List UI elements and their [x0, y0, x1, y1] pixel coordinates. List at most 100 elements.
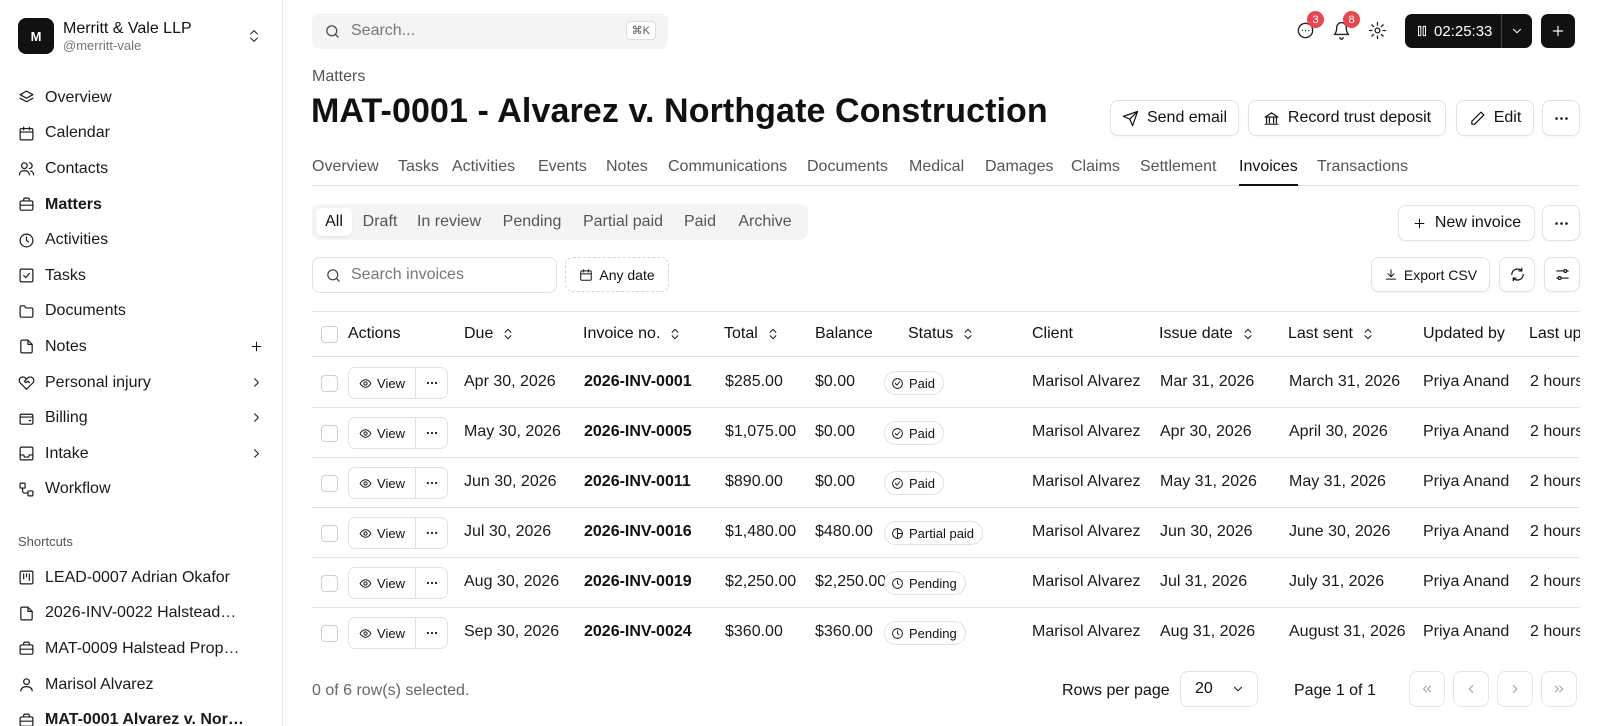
tab-invoices[interactable]: Invoices [1239, 158, 1298, 186]
tab-transactions[interactable]: Transactions [1317, 158, 1408, 186]
sidebar-item-matters[interactable]: Matters [18, 187, 268, 223]
quick-create-button[interactable] [1541, 14, 1575, 48]
table-row[interactable]: View Jun 30, 2026 2026-INV-0011 $890.00 $0.0… [312, 458, 1580, 508]
breadcrumb[interactable]: Matters [312, 68, 365, 86]
filter-paid[interactable]: Paid [676, 208, 724, 236]
column-header-due[interactable]: Due [464, 325, 515, 343]
tab-communications[interactable]: Communications [668, 158, 787, 186]
sidebar-item-workflow[interactable]: Workflow [18, 472, 268, 508]
tab-tasks[interactable]: Tasks [398, 158, 439, 186]
filter-pending[interactable]: Pending [494, 208, 570, 236]
column-header-last-sent[interactable]: Last sent [1288, 325, 1375, 343]
date-filter-button[interactable]: Any date [565, 257, 669, 292]
sort-icon[interactable] [1361, 327, 1375, 341]
tab-activities[interactable]: Activities [452, 158, 515, 186]
sidebar-item-tasks[interactable]: Tasks [18, 258, 268, 294]
send-email-button[interactable]: Send email [1110, 100, 1239, 136]
filter-in-review[interactable]: In review [408, 208, 490, 236]
shortcut-item[interactable]: 2026-INV-0022 Halstead… [18, 596, 268, 632]
cell-invoice[interactable]: 2026-INV-0011 [584, 473, 691, 491]
shortcut-item[interactable]: Marisol Alvarez [18, 667, 268, 703]
sidebar-item-documents[interactable]: Documents [18, 294, 268, 330]
filter-partial-paid[interactable]: Partial paid [574, 208, 672, 236]
more-actions-button[interactable] [1542, 100, 1580, 136]
row-more-button[interactable] [416, 468, 447, 498]
table-row[interactable]: View Apr 30, 2026 2026-INV-0001 $285.00 $0.0… [312, 358, 1580, 408]
invoice-more-button[interactable] [1542, 205, 1580, 241]
invoice-search-input[interactable]: Search invoices [312, 257, 557, 293]
sidebar-item-activities[interactable]: Activities [18, 222, 268, 258]
sidebar-item-intake[interactable]: Intake [18, 436, 268, 472]
sort-icon[interactable] [668, 327, 682, 341]
sidebar-item-notes[interactable]: Notes [18, 329, 268, 365]
row-checkbox[interactable] [321, 625, 338, 642]
filter-all[interactable]: All [316, 208, 352, 236]
view-button[interactable]: View [349, 518, 416, 548]
sort-icon[interactable] [501, 327, 515, 341]
chevron-right-icon[interactable] [249, 410, 264, 425]
shortcut-item[interactable]: MAT-0009 Halstead Prop… [18, 631, 268, 667]
row-more-button[interactable] [416, 518, 447, 548]
sidebar-item-calendar[interactable]: Calendar [18, 116, 268, 152]
timer-dropdown-button[interactable] [1502, 24, 1532, 38]
chevron-right-icon[interactable] [249, 446, 264, 461]
column-header-issue-date[interactable]: Issue date [1159, 325, 1255, 343]
sidebar-item-contacts[interactable]: Contacts [18, 151, 268, 187]
new-invoice-button[interactable]: New invoice [1398, 205, 1535, 241]
column-header-total[interactable]: Total [724, 325, 780, 343]
cell-invoice[interactable]: 2026-INV-0001 [584, 373, 692, 391]
global-search-input[interactable]: Search... ⌘K [312, 13, 668, 49]
sort-icon[interactable] [961, 327, 975, 341]
table-row[interactable]: View Sep 30, 2026 2026-INV-0024 $360.00 $360… [312, 608, 1580, 657]
view-button[interactable]: View [349, 468, 416, 498]
sort-icon[interactable] [1241, 327, 1255, 341]
cell-invoice[interactable]: 2026-INV-0024 [584, 623, 692, 641]
row-checkbox[interactable] [321, 525, 338, 542]
sort-icon[interactable] [766, 327, 780, 341]
refresh-button[interactable] [1499, 257, 1535, 292]
table-row[interactable]: View May 30, 2026 2026-INV-0005 $1,075.00 $0… [312, 408, 1580, 458]
shortcut-item[interactable]: LEAD-0007 Adrian Okafor [18, 560, 268, 596]
filter-draft[interactable]: Draft [356, 208, 404, 236]
cell-invoice[interactable]: 2026-INV-0016 [584, 523, 692, 541]
first-page-button[interactable] [1409, 671, 1445, 707]
org-switcher[interactable]: M Merritt & Vale LLP @merritt-vale [18, 16, 268, 56]
row-more-button[interactable] [416, 618, 447, 648]
tab-events[interactable]: Events [538, 158, 587, 186]
chevron-right-icon[interactable] [249, 375, 264, 390]
view-button[interactable]: View [349, 368, 416, 398]
last-page-button[interactable] [1541, 671, 1577, 707]
tab-notes[interactable]: Notes [606, 158, 648, 186]
prev-page-button[interactable] [1453, 671, 1489, 707]
row-checkbox[interactable] [321, 475, 338, 492]
row-more-button[interactable] [416, 568, 447, 598]
sidebar-item-billing[interactable]: Billing [18, 400, 268, 436]
row-checkbox[interactable] [321, 575, 338, 592]
cell-invoice[interactable]: 2026-INV-0019 [584, 573, 692, 591]
filter-archive[interactable]: Archive [728, 208, 802, 236]
tab-documents[interactable]: Documents [807, 158, 888, 186]
tab-damages[interactable]: Damages [985, 158, 1053, 186]
tab-medical[interactable]: Medical [909, 158, 964, 186]
shortcut-item[interactable]: MAT-0001 Alvarez v. Nor… [18, 702, 268, 726]
sidebar-item-personal-injury[interactable]: Personal injury [18, 365, 268, 401]
timer-toggle-button[interactable]: 02:25:33 [1405, 14, 1502, 48]
row-more-button[interactable] [416, 418, 447, 448]
table-row[interactable]: View Jul 30, 2026 2026-INV-0016 $1,480.00 $4… [312, 508, 1580, 558]
record-trust-deposit-button[interactable]: Record trust deposit [1248, 100, 1446, 136]
row-checkbox[interactable] [321, 425, 338, 442]
row-more-button[interactable] [416, 368, 447, 398]
view-button[interactable]: View [349, 568, 416, 598]
view-button[interactable]: View [349, 618, 416, 648]
edit-button[interactable]: Edit [1456, 100, 1534, 136]
view-button[interactable]: View [349, 418, 416, 448]
tab-settlement[interactable]: Settlement [1140, 158, 1216, 186]
tab-overview[interactable]: Overview [312, 158, 379, 186]
gear-icon[interactable] [1368, 21, 1387, 40]
sidebar-item-overview[interactable]: Overview [18, 80, 268, 116]
column-header-status[interactable]: Status [908, 325, 975, 343]
column-header-invoice-no[interactable]: Invoice no. [583, 325, 682, 343]
tab-claims[interactable]: Claims [1071, 158, 1120, 186]
select-all-checkbox[interactable] [321, 326, 338, 343]
cell-invoice[interactable]: 2026-INV-0005 [584, 423, 692, 441]
